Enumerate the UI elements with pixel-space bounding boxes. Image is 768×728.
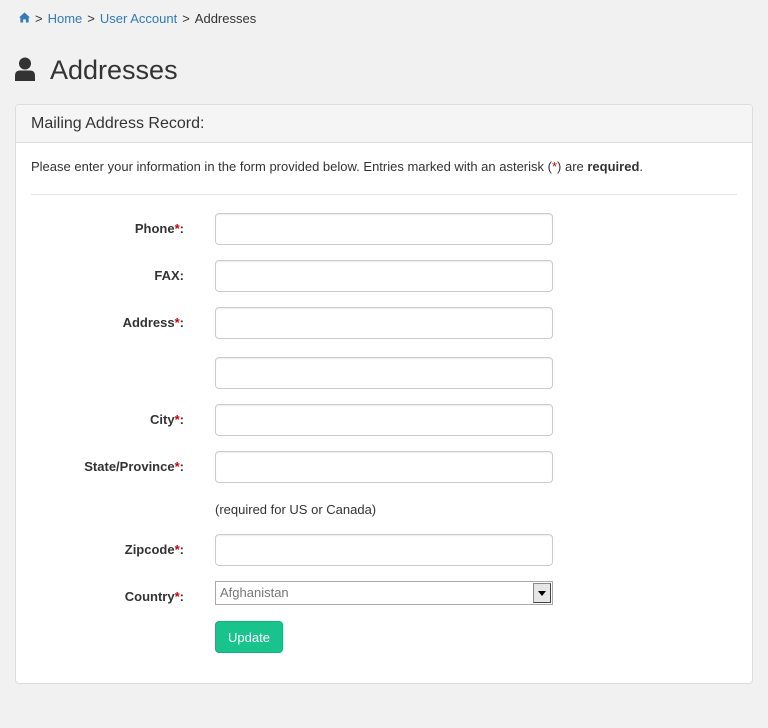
- label-colon: :: [179, 412, 184, 427]
- zipcode-label-text: Zipcode: [124, 542, 175, 557]
- fax-label-text: FAX: [154, 268, 180, 283]
- address-label: Address*:: [123, 313, 184, 333]
- mailing-address-panel: Mailing Address Record: Please enter you…: [15, 104, 753, 684]
- phone-input[interactable]: [215, 213, 553, 245]
- label-colon: :: [179, 315, 184, 330]
- intro-text: Please enter your information in the for…: [31, 159, 552, 174]
- label-colon: :: [179, 542, 184, 557]
- breadcrumb: > Home > User Account > Addresses: [19, 11, 256, 27]
- update-button[interactable]: Update: [215, 621, 283, 653]
- label-colon: :: [179, 221, 184, 236]
- fax-label: FAX:: [154, 266, 184, 286]
- state-label: State/Province*:: [84, 457, 184, 477]
- intro-text: .: [639, 159, 644, 174]
- form-instructions: Please enter your information in the for…: [31, 159, 643, 174]
- breadcrumb-current: Addresses: [194, 11, 257, 26]
- label-colon: :: [179, 589, 184, 604]
- state-hint: (required for US or Canada): [215, 502, 377, 517]
- breadcrumb-home-link[interactable]: Home: [48, 11, 83, 27]
- country-select[interactable]: Afghanistan: [215, 581, 553, 605]
- panel-heading: Mailing Address Record:: [16, 105, 752, 143]
- label-colon: :: [179, 459, 184, 474]
- state-label-text: State/Province: [84, 459, 175, 474]
- phone-label-text: Phone: [134, 221, 175, 236]
- breadcrumb-separator: >: [87, 11, 95, 26]
- breadcrumb-account-link[interactable]: User Account: [100, 11, 177, 27]
- city-input[interactable]: [215, 404, 553, 436]
- city-label-text: City: [150, 412, 175, 427]
- divider: [31, 194, 737, 195]
- intro-text: ) are: [557, 159, 588, 174]
- address-label-text: Address: [122, 315, 175, 330]
- address-line2-input[interactable]: [215, 357, 553, 389]
- zipcode-label: Zipcode*:: [125, 540, 184, 560]
- home-icon[interactable]: [19, 11, 30, 27]
- breadcrumb-separator: >: [35, 11, 43, 26]
- country-label-text: Country: [124, 589, 175, 604]
- zipcode-input[interactable]: [215, 534, 553, 566]
- caret-down-icon[interactable]: [533, 583, 551, 603]
- address-line1-input[interactable]: [215, 307, 553, 339]
- state-input[interactable]: [215, 451, 553, 483]
- fax-input[interactable]: [215, 260, 553, 292]
- label-colon: :: [179, 268, 184, 283]
- city-label: City*:: [150, 410, 184, 430]
- country-selected-value: Afghanistan: [220, 585, 289, 600]
- phone-label: Phone*:: [135, 219, 184, 239]
- required-word: required: [587, 159, 640, 174]
- breadcrumb-separator: >: [182, 11, 190, 26]
- page-title: Addresses: [15, 52, 178, 88]
- country-label: Country*:: [125, 587, 184, 607]
- page-title-text: Addresses: [50, 54, 178, 85]
- user-icon: [15, 57, 50, 84]
